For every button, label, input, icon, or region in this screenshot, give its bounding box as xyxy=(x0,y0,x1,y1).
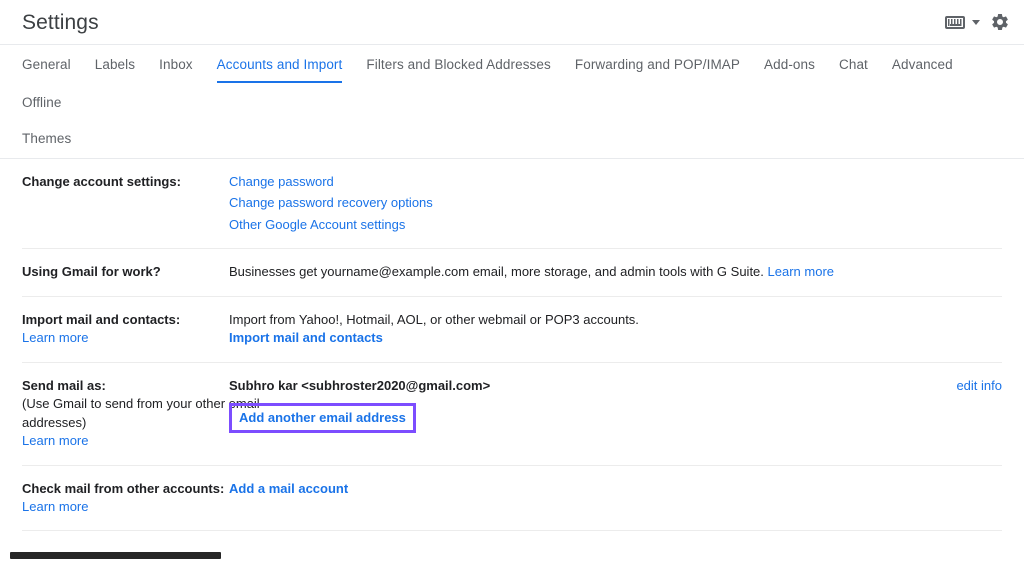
tabs-row-1: General Labels Inbox Accounts and Import… xyxy=(22,45,1002,121)
row-send-mail-as: Send mail as: (Use Gmail to send from yo… xyxy=(22,363,1002,466)
row-import-mail-and-contacts: Import mail and contacts: Learn more Imp… xyxy=(22,297,1002,363)
settings-content: Change account settings: Change password… xyxy=(0,159,1024,561)
change-account-settings-label: Change account settings: xyxy=(22,174,181,189)
change-password-link[interactable]: Change password xyxy=(229,173,1002,191)
tab-offline[interactable]: Offline xyxy=(22,83,61,121)
send-mail-as-note-line-1: (Use Gmail to send from your other email xyxy=(22,396,260,412)
tab-forwarding-and-pop-imap[interactable]: Forwarding and POP/IMAP xyxy=(575,45,740,83)
row-label-cell: Send mail as: (Use Gmail to send from yo… xyxy=(22,377,260,451)
tab-filters-and-blocked-addresses[interactable]: Filters and Blocked Addresses xyxy=(366,45,551,83)
row-value-cell: Import from Yahoo!, Hotmail, AOL, or oth… xyxy=(229,311,1002,348)
gear-icon[interactable] xyxy=(990,12,1010,32)
add-another-email-address-button[interactable]: Add another email address xyxy=(229,403,416,434)
row-using-gmail-for-work: Using Gmail for work? Businesses get you… xyxy=(22,249,1002,297)
import-mail-description: Import from Yahoo!, Hotmail, AOL, or oth… xyxy=(229,311,639,327)
import-mail-and-contacts-label: Import mail and contacts: xyxy=(22,311,181,327)
other-google-account-settings-link[interactable]: Other Google Account settings xyxy=(229,216,1002,234)
row-value-cell: Change password Change password recovery… xyxy=(229,173,1002,234)
row-label-cell: Import mail and contacts: Learn more xyxy=(22,311,229,348)
send-mail-as-note-line-2: addresses) xyxy=(22,414,87,430)
add-another-email-address-label: Add another email address xyxy=(239,410,406,426)
send-mail-as-account: Subhro kar <subhroster2020@gmail.com> xyxy=(229,377,491,393)
page-title: Settings xyxy=(22,10,99,34)
check-mail-learn-more-link[interactable]: Learn more xyxy=(22,499,88,514)
check-mail-label: Check mail from other accounts: xyxy=(22,480,225,496)
row-label-cell: Change account settings: xyxy=(22,173,229,191)
keyboard-icon[interactable] xyxy=(945,15,965,29)
settings-tabs: General Labels Inbox Accounts and Import… xyxy=(0,44,1024,159)
gmail-for-work-description: Businesses get yourname@example.com emai… xyxy=(229,264,764,280)
row-label-cell: Using Gmail for work? xyxy=(22,263,229,281)
row-label-cell: Check mail from other accounts: Learn mo… xyxy=(22,480,229,517)
gmail-for-work-learn-more-link[interactable]: Learn more xyxy=(768,264,834,279)
tab-labels[interactable]: Labels xyxy=(95,45,135,83)
using-gmail-for-work-label: Using Gmail for work? xyxy=(22,264,161,280)
add-a-mail-account-link[interactable]: Add a mail account xyxy=(229,481,348,496)
tab-general[interactable]: General xyxy=(22,45,71,83)
change-password-recovery-options-link[interactable]: Change password recovery options xyxy=(229,194,1002,212)
row-right-cell: edit info xyxy=(944,377,1002,395)
header-icon-group xyxy=(945,12,1010,32)
tab-themes[interactable]: Themes xyxy=(22,121,71,158)
settings-page: Settings General Labels Inbox Accounts a… xyxy=(0,0,1024,561)
edit-info-link[interactable]: edit info xyxy=(956,378,1002,393)
tab-add-ons[interactable]: Add-ons xyxy=(764,45,815,83)
row-value-cell: Add a mail account xyxy=(229,480,1002,498)
import-mail-learn-more-link[interactable]: Learn more xyxy=(22,330,88,345)
import-mail-and-contacts-link[interactable]: Import mail and contacts xyxy=(229,330,383,345)
tab-advanced[interactable]: Advanced xyxy=(892,45,953,83)
row-check-mail-from-other-accounts: Check mail from other accounts: Learn mo… xyxy=(22,466,1002,532)
chevron-down-icon[interactable] xyxy=(972,19,980,25)
send-mail-as-label: Send mail as: xyxy=(22,377,106,393)
horizontal-scrollbar-thumb[interactable] xyxy=(10,552,221,559)
send-mail-as-learn-more-link[interactable]: Learn more xyxy=(22,433,88,448)
tab-accounts-and-import[interactable]: Accounts and Import xyxy=(216,45,343,83)
row-change-account-settings: Change account settings: Change password… xyxy=(22,159,1002,250)
horizontal-scrollbar[interactable] xyxy=(0,547,1024,561)
row-value-cell: Subhro kar <subhroster2020@gmail.com> Ad… xyxy=(229,377,944,434)
tabs-row-2: Themes xyxy=(22,121,1002,158)
tab-inbox[interactable]: Inbox xyxy=(159,45,193,83)
row-value-cell: Businesses get yourname@example.com emai… xyxy=(229,263,1002,281)
tab-chat[interactable]: Chat xyxy=(839,45,868,83)
page-header: Settings xyxy=(0,0,1024,44)
